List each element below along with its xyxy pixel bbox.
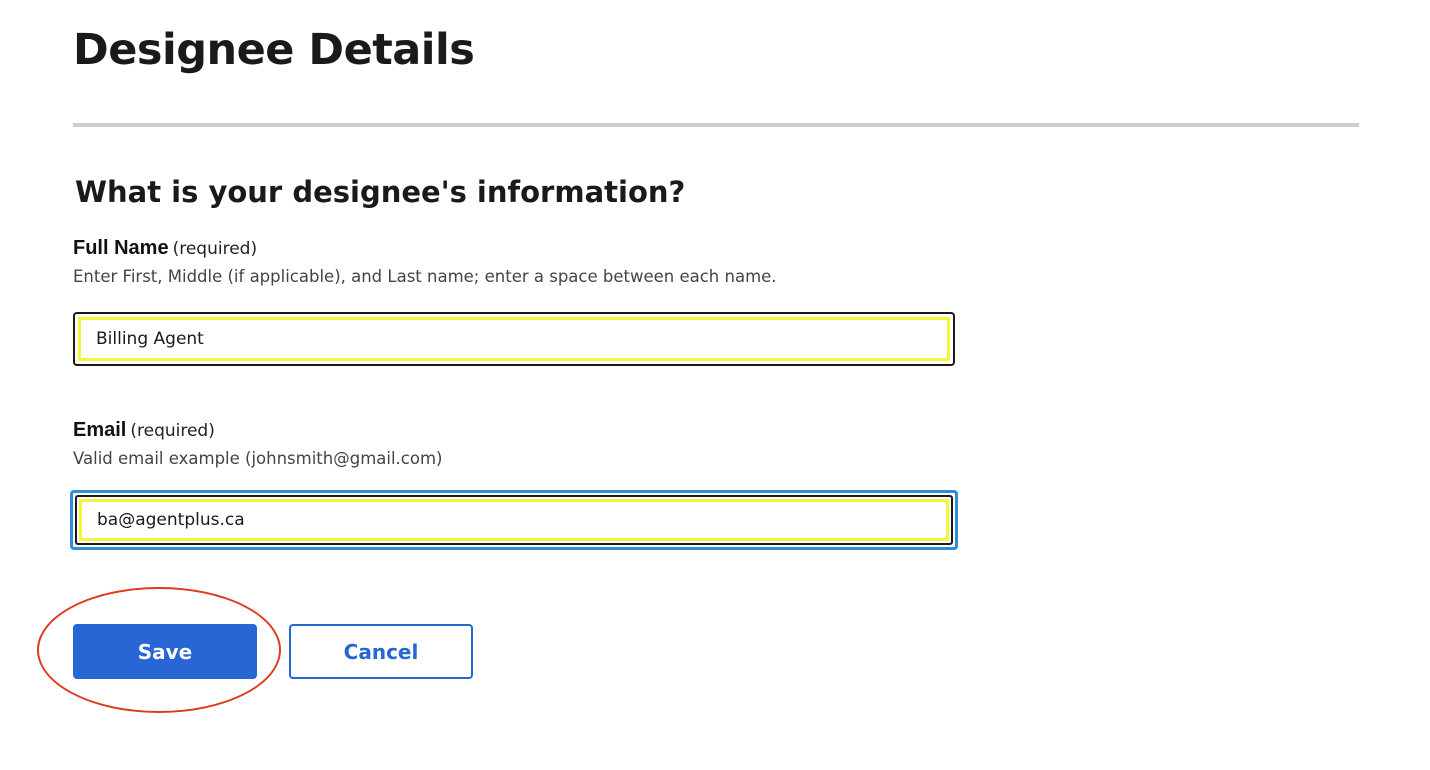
email-field-inner-frame xyxy=(75,495,953,545)
email-label-text: Email xyxy=(73,419,127,441)
section-heading: What is your designee's information? xyxy=(75,175,686,209)
full-name-label: Full Name (required) xyxy=(73,235,257,262)
designee-details-page: Designee Details What is your designee's… xyxy=(0,0,1430,770)
email-input[interactable] xyxy=(79,499,949,541)
full-name-input[interactable] xyxy=(78,317,950,361)
email-label: Email (required) xyxy=(73,417,215,444)
full-name-field-frame xyxy=(73,312,955,366)
full-name-hint: Enter First, Middle (if applicable), and… xyxy=(73,267,777,286)
email-required-text: (required) xyxy=(130,421,215,441)
email-hint: Valid email example (johnsmith@gmail.com… xyxy=(73,449,443,468)
save-button[interactable]: Save xyxy=(73,624,257,679)
full-name-required-text: (required) xyxy=(172,239,258,259)
email-field-frame xyxy=(70,490,958,550)
page-title: Designee Details xyxy=(73,25,475,75)
cancel-button[interactable]: Cancel xyxy=(289,624,473,679)
full-name-label-text: Full Name xyxy=(73,237,169,259)
title-divider xyxy=(73,123,1359,127)
